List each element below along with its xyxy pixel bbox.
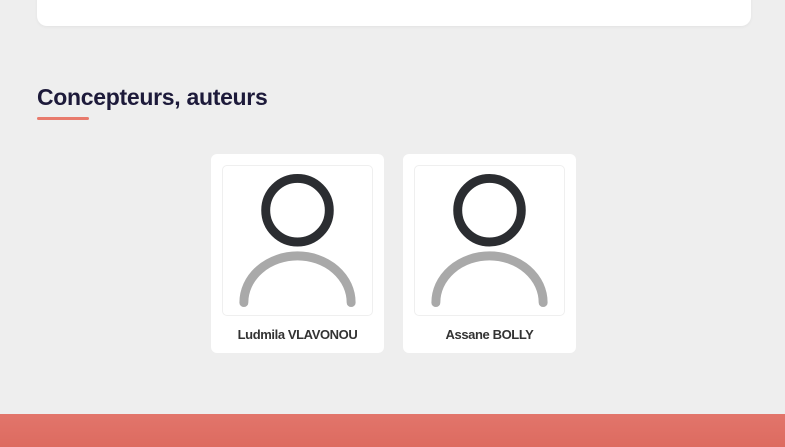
title-underline bbox=[37, 117, 89, 120]
avatar bbox=[222, 165, 373, 316]
content-card-bottom-edge bbox=[37, 0, 751, 26]
avatar bbox=[414, 165, 565, 316]
footer bbox=[0, 414, 785, 447]
section-title: Concepteurs, auteurs bbox=[37, 84, 268, 110]
author-card[interactable]: Assane BOLLY bbox=[403, 154, 576, 353]
page: Concepteurs, auteurs Ludmila VLAVONOU As… bbox=[0, 0, 785, 447]
default-user-avatar-icon bbox=[431, 173, 548, 307]
author-card[interactable]: Ludmila VLAVONOU bbox=[211, 154, 384, 353]
authors-list: Ludmila VLAVONOU Assane BOLLY bbox=[211, 154, 576, 353]
default-user-avatar-icon bbox=[239, 173, 356, 307]
author-name: Ludmila VLAVONOU bbox=[237, 327, 358, 342]
author-name: Assane BOLLY bbox=[445, 327, 534, 342]
